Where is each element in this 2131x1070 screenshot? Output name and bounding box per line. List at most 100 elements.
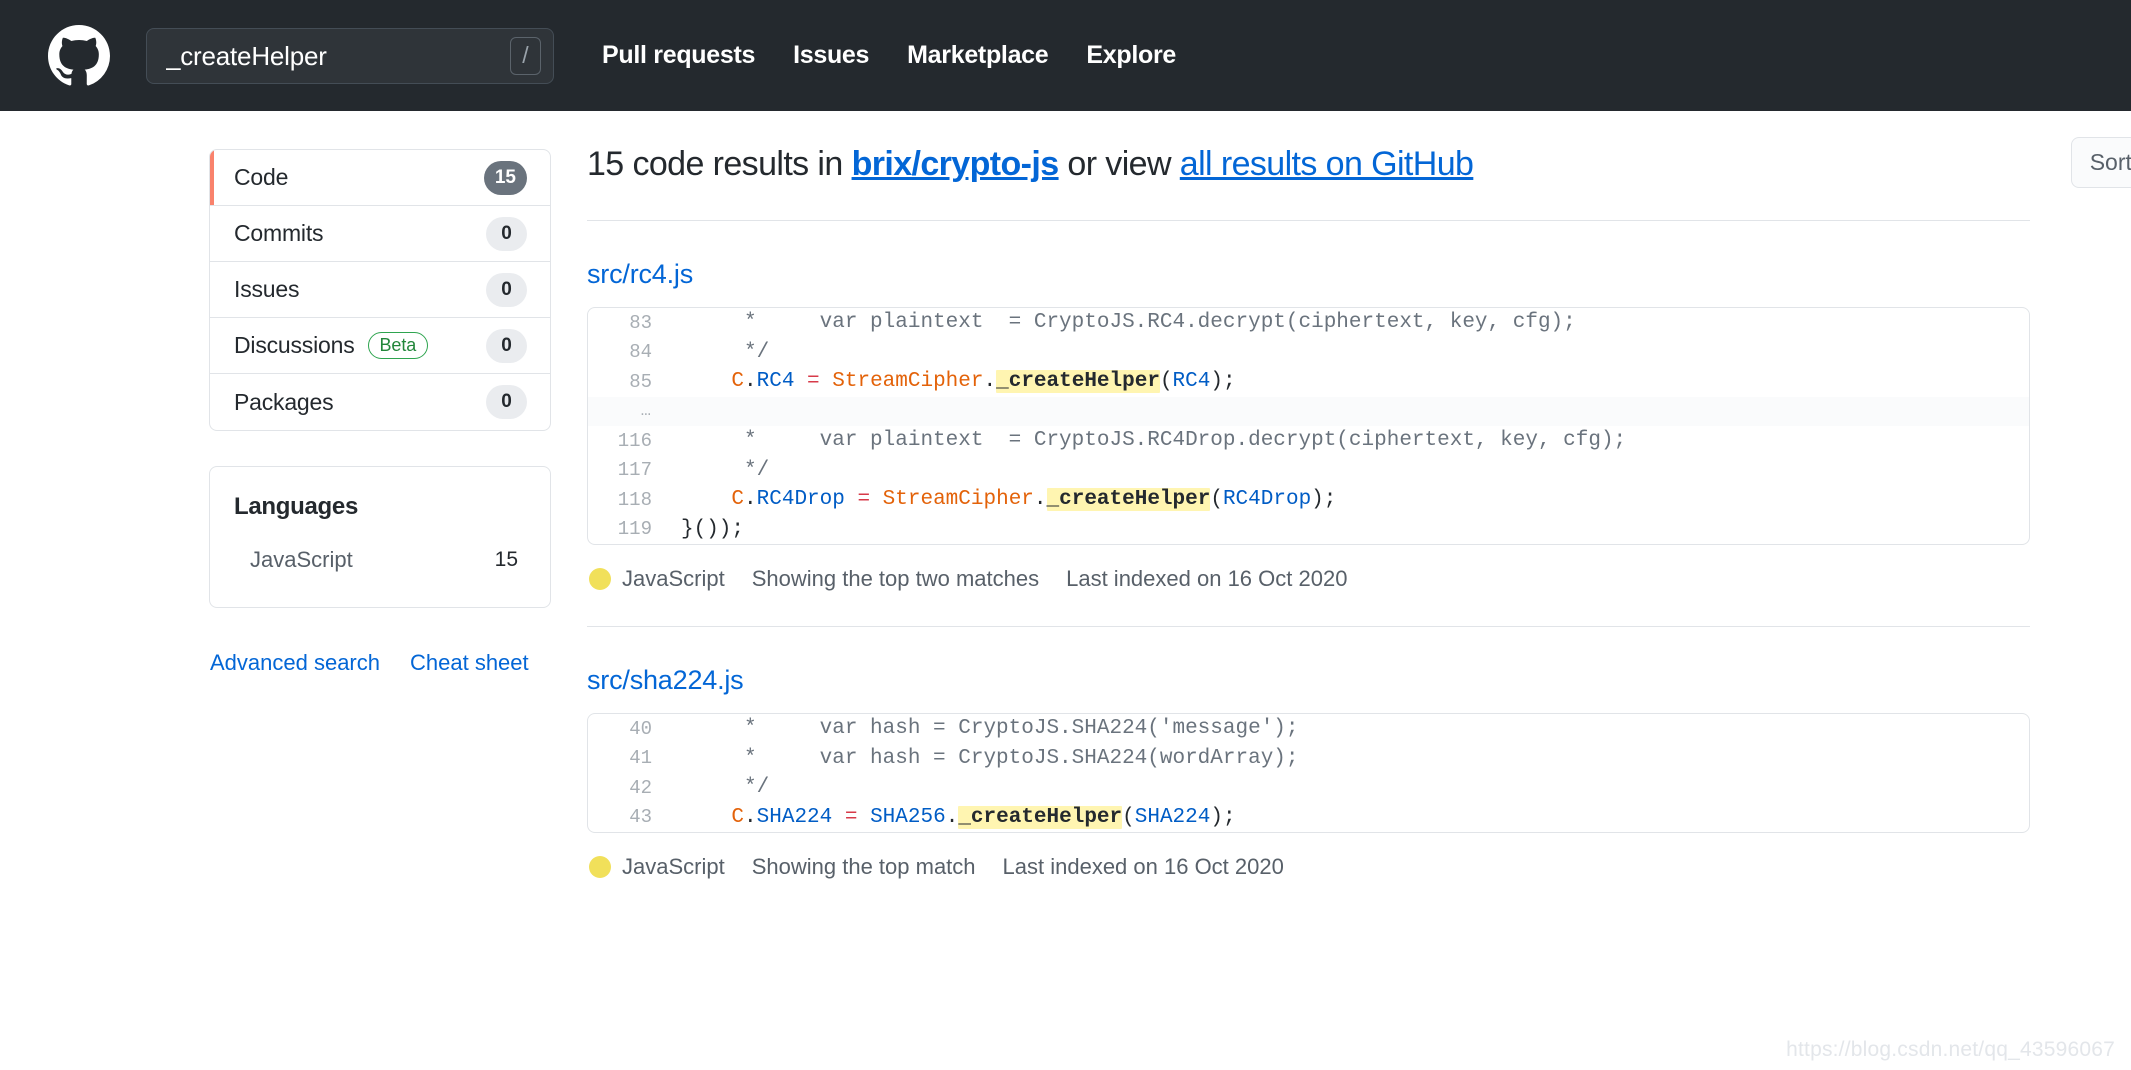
line-number: 43 — [588, 806, 670, 828]
sidebar-item-discussions[interactable]: Discussions Beta 0 — [210, 318, 550, 374]
line-content: * var hash = CryptoJS.SHA224(wordArray); — [670, 747, 2029, 770]
sidebar-item-issues[interactable]: Issues 0 — [210, 262, 550, 318]
line-number: 118 — [588, 489, 670, 511]
sort-dropdown[interactable]: Sort: Best m — [2071, 137, 2131, 188]
sidebar-item-discussions-count: 0 — [486, 329, 527, 363]
line-content: */ — [670, 341, 2029, 364]
line-number: 84 — [588, 341, 670, 363]
cheat-sheet-link[interactable]: Cheat sheet — [410, 650, 529, 676]
line-number: 116 — [588, 430, 670, 452]
language-row-javascript[interactable]: JavaScript 15 — [234, 547, 526, 573]
nav-pull-requests[interactable]: Pull requests — [602, 41, 755, 70]
sidebar-item-commits[interactable]: Commits 0 — [210, 206, 550, 262]
result-meta-row: JavaScript Showing the top two matches L… — [587, 566, 2131, 592]
result-language: JavaScript — [622, 854, 725, 880]
nav-marketplace[interactable]: Marketplace — [907, 41, 1048, 70]
beta-badge: Beta — [368, 332, 429, 360]
line-content: * var plaintext = CryptoJS.RC4Drop.decry… — [670, 429, 2029, 452]
sidebar-item-code-count: 15 — [484, 161, 527, 195]
code-snippet-box: 83 * var plaintext = CryptoJS.RC4.decryp… — [587, 307, 2030, 545]
code-line-ellipsis: … — [588, 397, 2029, 427]
line-number-ellipsis: … — [588, 402, 670, 421]
language-name: JavaScript — [250, 547, 353, 573]
line-number: 40 — [588, 718, 670, 740]
sidebar-item-packages-count: 0 — [486, 385, 527, 419]
result-language: JavaScript — [622, 566, 725, 592]
results-count-text: 15 code results in — [587, 145, 843, 183]
sidebar-item-discussions-label-wrap: Discussions Beta — [234, 332, 428, 360]
result-last-indexed: Last indexed on 16 Oct 2020 — [1003, 854, 1284, 880]
sidebar-item-commits-label-wrap: Commits — [234, 220, 323, 247]
or-view-text: or view — [1067, 145, 1171, 183]
code-line: 41 * var hash = CryptoJS.SHA224(wordArra… — [588, 744, 2029, 774]
result-match-count: Showing the top two matches — [752, 566, 1039, 592]
line-content: C.SHA224 = SHA256._createHelper(SHA224); — [670, 806, 2029, 829]
languages-panel-title: Languages — [234, 493, 526, 521]
result-last-indexed: Last indexed on 16 Oct 2020 — [1066, 566, 1347, 592]
search-result-item: src/sha224.js 40 * var hash = CryptoJS.S… — [587, 627, 2131, 880]
nav-explore[interactable]: Explore — [1086, 41, 1176, 70]
advanced-search-link[interactable]: Advanced search — [210, 650, 380, 676]
sidebar-item-packages-label-wrap: Packages — [234, 389, 333, 416]
sidebar-item-code-label: Code — [234, 164, 288, 191]
line-number: 83 — [588, 312, 670, 334]
sidebar-item-discussions-label: Discussions — [234, 332, 355, 359]
line-number: 42 — [588, 777, 670, 799]
primary-nav: Pull requests Issues Marketplace Explore — [602, 41, 1176, 70]
code-snippet-box: 40 * var hash = CryptoJS.SHA224('message… — [587, 713, 2030, 833]
sidebar-item-packages-label: Packages — [234, 389, 333, 416]
page-title: 15 code results in brix/crypto-js or vie… — [587, 145, 1473, 184]
search-result-item: src/rc4.js 83 * var plaintext = CryptoJS… — [587, 221, 2131, 627]
language-color-dot-icon — [589, 856, 611, 878]
sidebar-item-issues-label-wrap: Issues — [234, 276, 299, 303]
sidebar-item-code[interactable]: Code 15 — [210, 150, 550, 206]
languages-panel: Languages JavaScript 15 — [209, 466, 551, 608]
sidebar-item-commits-count: 0 — [486, 217, 527, 251]
line-content: */ — [670, 459, 2029, 482]
code-line: 118 C.RC4Drop = StreamCipher._createHelp… — [588, 485, 2029, 515]
line-content: C.RC4Drop = StreamCipher._createHelper(R… — [670, 488, 2029, 511]
code-line: 83 * var plaintext = CryptoJS.RC4.decryp… — [588, 308, 2029, 338]
result-file-path-link[interactable]: src/rc4.js — [587, 259, 693, 290]
code-line: 42 */ — [588, 773, 2029, 803]
sidebar-item-commits-label: Commits — [234, 220, 323, 247]
line-content: */ — [670, 776, 2029, 799]
sidebar-item-issues-count: 0 — [486, 273, 527, 307]
line-content: }()); — [670, 518, 2029, 541]
sidebar-item-packages[interactable]: Packages 0 — [210, 374, 550, 430]
language-color-dot-icon — [589, 568, 611, 590]
repo-link[interactable]: brix/crypto-js — [852, 145, 1059, 183]
code-line: 116 * var plaintext = CryptoJS.RC4Drop.d… — [588, 426, 2029, 456]
sidebar-item-code-label-wrap: Code — [234, 164, 288, 191]
sidebar-item-issues-label: Issues — [234, 276, 299, 303]
result-match-count: Showing the top match — [752, 854, 976, 880]
search-box[interactable]: / — [146, 28, 554, 84]
code-line: 117 */ — [588, 456, 2029, 486]
line-number: 119 — [588, 518, 670, 540]
result-meta-row: JavaScript Showing the top match Last in… — [587, 854, 2131, 880]
code-line: 43 C.SHA224 = SHA256._createHelper(SHA22… — [588, 803, 2029, 833]
search-shortcut-key: / — [510, 37, 541, 75]
line-number: 85 — [588, 371, 670, 393]
github-mark-icon[interactable] — [48, 25, 110, 87]
line-content: C.RC4 = StreamCipher._createHelper(RC4); — [670, 370, 2029, 393]
results-header: 15 code results in brix/crypto-js or vie… — [587, 145, 2131, 184]
search-input[interactable] — [166, 36, 510, 76]
code-line: 85 C.RC4 = StreamCipher._createHelper(RC… — [588, 367, 2029, 397]
nav-issues[interactable]: Issues — [793, 41, 869, 70]
line-content: * var hash = CryptoJS.SHA224('message'); — [670, 717, 2029, 740]
line-number: 41 — [588, 747, 670, 769]
all-results-link[interactable]: all results on GitHub — [1180, 145, 1474, 183]
page-body: Code 15 Commits 0 Issues 0 Discussions — [0, 111, 2131, 1070]
code-line: 84 */ — [588, 338, 2029, 368]
result-file-path-link[interactable]: src/sha224.js — [587, 665, 743, 696]
result-type-filter-list: Code 15 Commits 0 Issues 0 Discussions — [209, 149, 551, 431]
language-count: 15 — [495, 548, 518, 572]
sort-label: Sort: — [2090, 149, 2131, 176]
code-line: 119 }()); — [588, 515, 2029, 545]
global-header: / Pull requests Issues Marketplace Explo… — [0, 0, 2131, 111]
search-results-column: 15 code results in brix/crypto-js or vie… — [587, 111, 2131, 1070]
code-line: 40 * var hash = CryptoJS.SHA224('message… — [588, 714, 2029, 744]
watermark: https://blog.csdn.net/qq_43596067 — [1786, 1038, 2115, 1062]
line-content: * var plaintext = CryptoJS.RC4.decrypt(c… — [670, 311, 2029, 334]
